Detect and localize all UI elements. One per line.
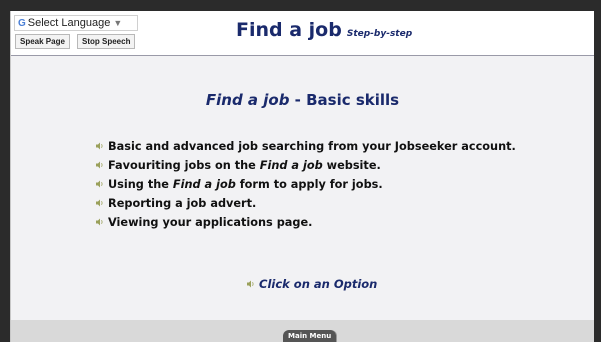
language-select-label: Select Language: [27, 17, 111, 29]
app-title-text: Find a job: [236, 19, 342, 41]
skill-list-item[interactable]: Reporting a job advert.: [96, 194, 516, 213]
skill-text-rest: website.: [322, 159, 381, 172]
skill-text: Favouriting jobs on the: [108, 159, 260, 172]
speaker-icon: [96, 180, 103, 188]
skills-list: Basic and advanced job searching from yo…: [96, 137, 516, 232]
speaker-icon: [247, 280, 254, 288]
skill-list-item[interactable]: Viewing your applications page.: [96, 213, 516, 232]
header: G Select Language ▼ Speak Page Stop Speech…: [11, 11, 594, 56]
page-heading-italic: Find a job: [205, 91, 290, 109]
speaker-icon: [96, 218, 103, 226]
main-menu-button[interactable]: Main Menu: [283, 330, 337, 342]
language-select[interactable]: G Select Language ▼: [14, 15, 138, 31]
skill-list-item[interactable]: Favouriting jobs on the Find a job websi…: [96, 156, 516, 175]
skill-text-rest: form to apply for jobs.: [235, 178, 383, 191]
skill-list-item[interactable]: Basic and advanced job searching from yo…: [96, 137, 516, 156]
page-heading: Find a job - Basic skills: [11, 91, 594, 109]
app-frame: G Select Language ▼ Speak Page Stop Speech…: [10, 11, 594, 342]
dropdown-arrow-icon: ▼: [113, 18, 123, 28]
page-heading-rest: - Basic skills: [289, 91, 400, 109]
skill-text: Basic and advanced job searching from yo…: [108, 140, 516, 153]
click-option-prompt[interactable]: Click on an Option: [247, 277, 377, 291]
click-option-text: Click on an Option: [259, 277, 378, 291]
skill-list-item[interactable]: Using the Find a job form to apply for j…: [96, 175, 516, 194]
skill-text: Reporting a job advert.: [108, 197, 257, 210]
app-title: Find a job Step-by-step: [236, 19, 412, 41]
speak-page-button[interactable]: Speak Page: [15, 34, 70, 49]
footer: Main Menu: [11, 320, 594, 342]
skill-text: Viewing your applications page.: [108, 216, 313, 229]
google-translate-icon: G: [18, 18, 26, 29]
skill-text-emphasis: Find a job: [172, 178, 236, 191]
speaker-icon: [96, 142, 103, 150]
app-subtitle: Step-by-step: [346, 29, 413, 39]
skill-text: Using the: [108, 178, 173, 191]
skill-text-emphasis: Find a job: [259, 159, 323, 172]
stop-speech-button[interactable]: Stop Speech: [77, 34, 136, 49]
speaker-icon: [96, 199, 103, 207]
speaker-icon: [96, 161, 103, 169]
